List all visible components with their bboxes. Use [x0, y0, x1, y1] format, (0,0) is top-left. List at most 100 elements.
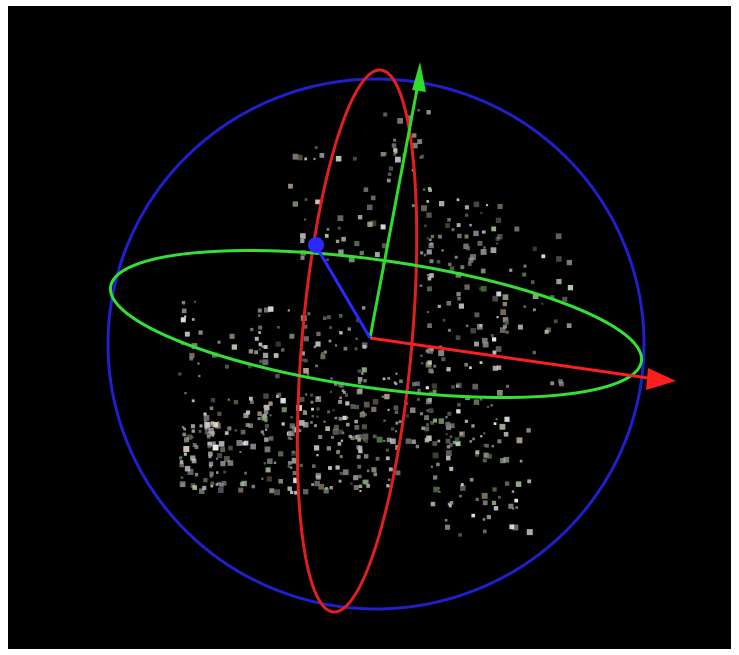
- cloud-point: [300, 238, 305, 244]
- cloud-point: [464, 234, 469, 239]
- cloud-point: [482, 500, 488, 506]
- cloud-point: [429, 238, 432, 241]
- translate-axis-z[interactable]: [314, 245, 372, 339]
- cloud-point: [209, 464, 213, 468]
- cloud-point: [446, 301, 452, 306]
- cloud-point: [354, 241, 360, 247]
- cloud-point: [338, 399, 343, 404]
- cloud-point: [388, 478, 391, 481]
- cloud-point: [474, 341, 479, 347]
- cloud-point: [447, 328, 451, 332]
- cloud-point: [395, 372, 398, 375]
- cloud-point: [465, 246, 471, 251]
- cloud-point: [355, 337, 358, 340]
- cloud-point: [321, 352, 324, 355]
- cloud-point: [346, 422, 350, 427]
- cloud-point: [460, 265, 465, 270]
- cloud-point: [268, 436, 274, 441]
- cloud-point: [269, 414, 272, 417]
- cloud-point: [262, 359, 269, 366]
- cloud-point: [191, 429, 195, 433]
- cloud-point: [303, 368, 309, 374]
- cloud-point: [330, 377, 333, 380]
- cloud-point: [305, 393, 308, 396]
- cloud-point: [217, 411, 222, 416]
- cloud-point: [322, 316, 327, 320]
- scene-canvas[interactable]: [8, 6, 731, 649]
- cloud-point: [311, 483, 314, 486]
- cloud-point: [212, 444, 219, 451]
- cloud-point: [303, 336, 309, 342]
- cloud-point: [386, 178, 391, 183]
- cloud-point: [250, 327, 254, 332]
- cloud-point: [514, 498, 518, 503]
- cloud-point: [249, 396, 253, 401]
- cloud-point: [261, 345, 264, 348]
- cloud-point: [562, 296, 568, 302]
- cloud-point: [358, 474, 362, 479]
- cloud-point: [427, 397, 432, 402]
- cloud-point: [399, 379, 403, 384]
- cloud-point: [339, 331, 343, 335]
- cloud-point: [411, 439, 416, 444]
- cloud-point: [424, 426, 430, 432]
- cloud-point: [251, 484, 256, 489]
- cloud-point: [420, 251, 424, 255]
- cloud-point: [191, 458, 197, 464]
- cloud-point: [215, 457, 219, 460]
- cloud-point: [459, 494, 462, 498]
- cloud-point: [546, 327, 552, 333]
- cloud-point: [240, 429, 246, 435]
- cloud-point: [438, 418, 445, 424]
- cloud-point: [480, 285, 487, 292]
- rotation-ring-x[interactable]: [279, 65, 436, 617]
- cloud-point: [267, 458, 273, 464]
- cloud-point: [217, 453, 223, 458]
- cloud-point: [372, 434, 377, 439]
- cloud-point: [497, 203, 503, 210]
- cloud-point: [509, 524, 515, 530]
- cloud-point: [299, 396, 305, 402]
- cloud-point: [426, 274, 430, 277]
- cloud-point: [430, 234, 435, 239]
- cloud-point: [334, 416, 338, 420]
- cloud-point: [502, 301, 507, 307]
- cloud-point: [274, 489, 280, 496]
- cloud-point: [191, 318, 195, 321]
- cloud-point: [183, 427, 186, 431]
- cloud-point: [480, 435, 483, 438]
- cloud-point: [357, 369, 361, 373]
- cloud-point: [363, 187, 369, 192]
- dot-handle-icon[interactable]: [308, 237, 324, 253]
- cloud-point: [519, 459, 523, 463]
- cloud-point: [231, 344, 237, 350]
- cloud-point: [446, 455, 451, 461]
- cloud-point: [303, 409, 306, 413]
- arrow-up-icon[interactable]: [412, 62, 426, 92]
- arrow-right-icon[interactable]: [646, 368, 676, 390]
- cloud-point: [180, 317, 186, 323]
- cloud-point: [393, 138, 397, 142]
- 3d-viewport[interactable]: [8, 6, 731, 649]
- cloud-point: [361, 342, 368, 348]
- cloud-point: [370, 195, 376, 201]
- cloud-point: [430, 501, 436, 507]
- cloud-point: [229, 333, 235, 339]
- cloud-point: [233, 399, 239, 405]
- cloud-point: [420, 154, 425, 159]
- cloud-point: [428, 368, 433, 374]
- cloud-point: [556, 278, 562, 285]
- cloud-point: [395, 156, 401, 163]
- translate-axis-y[interactable]: [368, 83, 420, 339]
- cloud-point: [515, 481, 522, 487]
- cloud-point: [427, 187, 432, 191]
- cloud-point: [261, 477, 264, 480]
- cloud-point: [179, 460, 184, 464]
- cloud-point: [273, 353, 279, 358]
- cloud-point: [532, 350, 536, 355]
- cloud-point: [354, 404, 360, 410]
- cloud-point: [292, 201, 298, 207]
- cloud-point: [336, 451, 340, 455]
- cloud-point: [500, 309, 506, 315]
- cloud-point: [387, 377, 390, 380]
